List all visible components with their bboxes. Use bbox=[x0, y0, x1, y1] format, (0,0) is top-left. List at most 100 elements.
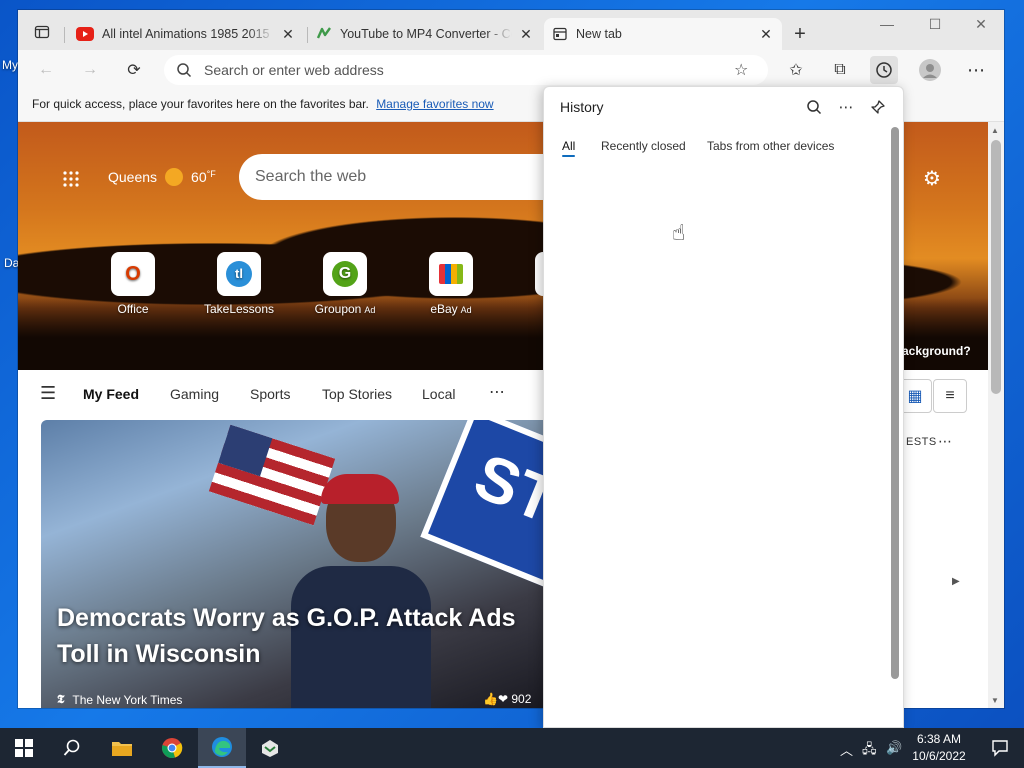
history-icon[interactable] bbox=[870, 56, 898, 84]
history-scrollbar[interactable] bbox=[891, 127, 899, 679]
groupon-icon: G bbox=[323, 252, 367, 296]
history-tab-all[interactable]: All bbox=[562, 139, 576, 157]
feed-tab-my-feed[interactable]: My Feed bbox=[83, 386, 139, 402]
quicklink-office[interactable]: O Office bbox=[88, 252, 178, 316]
story-source[interactable]: 𝕿 The New York Times bbox=[57, 692, 182, 707]
network-icon[interactable]: 🖧 bbox=[862, 740, 877, 762]
reaction-icon: 👍❤ bbox=[483, 692, 508, 706]
converter-icon bbox=[316, 27, 331, 39]
scroll-down-icon[interactable]: ▼ bbox=[991, 696, 999, 705]
profile-avatar[interactable] bbox=[916, 56, 944, 84]
history-tab-other-devices[interactable]: Tabs from other devices bbox=[707, 139, 834, 153]
hand-cursor-icon: ☝ bbox=[672, 220, 686, 245]
volume-icon[interactable]: 🔊 bbox=[886, 740, 902, 756]
weather-location: Queens bbox=[108, 169, 158, 185]
address-bar[interactable]: Search or enter web address ☆ bbox=[164, 55, 768, 85]
history-more-icon[interactable]: ⋯ bbox=[834, 95, 858, 119]
news-story-card[interactable]: ST Democrats Worry as G.O.P. Attack Ads … bbox=[41, 420, 543, 708]
favorites-icon[interactable]: ✩ bbox=[782, 56, 810, 84]
story-reactions[interactable]: 👍❤ 902 bbox=[483, 692, 531, 706]
tab-youtube[interactable]: All intel Animations 1985 2015 S ✕ bbox=[68, 18, 304, 50]
system-clock[interactable]: 6:38 AM 10/6/2022 bbox=[904, 731, 974, 765]
sun-icon bbox=[165, 168, 184, 186]
temperature-unit: °F bbox=[206, 169, 216, 179]
scrollbar-thumb[interactable] bbox=[991, 140, 1001, 394]
history-panel: History ⋯ All Recently closed Tabs from … bbox=[543, 86, 904, 728]
search-icon bbox=[177, 63, 192, 78]
nyt-logo-icon: 𝕿 bbox=[57, 692, 65, 706]
pin-icon[interactable] bbox=[866, 95, 890, 119]
tab-title: All intel Animations 1985 2015 S bbox=[102, 27, 274, 41]
ebay-icon bbox=[429, 252, 473, 296]
apps-launcher-icon[interactable] bbox=[62, 170, 80, 188]
taskbar: ︿ 🖧 🔊 6:38 AM 10/6/2022 bbox=[0, 728, 1024, 768]
address-placeholder: Search or enter web address bbox=[204, 62, 384, 78]
story-headline[interactable]: Democrats Worry as G.O.P. Attack Ads Tol… bbox=[57, 600, 543, 672]
tab-title: YouTube to MP4 Converter - Co bbox=[340, 27, 512, 41]
tab-strip: All intel Animations 1985 2015 S ✕ YouTu… bbox=[18, 10, 1004, 50]
history-tab-recently-closed[interactable]: Recently closed bbox=[601, 139, 686, 153]
takelessons-icon: tl bbox=[217, 252, 261, 296]
feed-more-icon[interactable]: ⋯ bbox=[489, 382, 505, 402]
feed-tab-gaming[interactable]: Gaming bbox=[170, 386, 219, 402]
start-button[interactable] bbox=[0, 728, 48, 768]
clock-date: 10/6/2022 bbox=[912, 749, 966, 763]
tab-converter[interactable]: YouTube to MP4 Converter - Co ✕ bbox=[308, 18, 542, 50]
feed-tab-local[interactable]: Local bbox=[422, 386, 455, 402]
search-history-icon[interactable] bbox=[802, 95, 826, 119]
tab-new-tab[interactable]: New tab ✕ bbox=[544, 18, 782, 50]
newtab-icon bbox=[553, 27, 567, 41]
close-tab-icon[interactable]: ✕ bbox=[280, 26, 296, 43]
page-settings-icon[interactable]: ⚙ bbox=[923, 166, 941, 191]
quicklink-ebay[interactable]: eBay Ad bbox=[406, 252, 496, 316]
tab-actions-icon[interactable] bbox=[28, 18, 56, 46]
interests-card: ESTS ⋯ ▶ bbox=[903, 428, 965, 708]
weather-widget[interactable]: Queens 60°F bbox=[108, 168, 216, 186]
page-scrollbar[interactable]: ▲ ▼ bbox=[988, 122, 1004, 708]
new-tab-button[interactable]: + bbox=[786, 20, 814, 48]
maximize-button[interactable]: ☐ bbox=[912, 16, 958, 33]
file-explorer-icon[interactable] bbox=[98, 728, 146, 768]
feed-menu-icon[interactable]: ☰ bbox=[40, 383, 56, 404]
next-arrow-icon[interactable]: ▶ bbox=[952, 576, 960, 587]
weather-temperature: 60 bbox=[191, 169, 207, 185]
feed-tab-sports[interactable]: Sports bbox=[250, 386, 290, 402]
quicklink-takelessons[interactable]: tl TakeLessons bbox=[194, 252, 284, 316]
add-favorite-icon[interactable]: ☆ bbox=[734, 60, 748, 80]
interests-label: ESTS bbox=[906, 436, 937, 448]
desktop-icon-label[interactable]: My bbox=[2, 58, 18, 72]
history-title: History bbox=[560, 99, 604, 115]
back-button[interactable]: ← bbox=[32, 56, 60, 84]
youtube-icon bbox=[76, 27, 94, 41]
forward-button[interactable]: → bbox=[76, 56, 104, 84]
web-search-input[interactable]: Search the web bbox=[239, 154, 559, 200]
refresh-button[interactable]: ⟳ bbox=[120, 56, 148, 84]
minimize-button[interactable]: — bbox=[864, 16, 910, 32]
close-window-button[interactable]: ✕ bbox=[958, 16, 1004, 33]
manage-favorites-link[interactable]: Manage favorites now bbox=[376, 97, 493, 111]
edge-icon[interactable] bbox=[198, 728, 246, 768]
clock-time: 6:38 AM bbox=[916, 732, 962, 746]
background-question[interactable]: ackground? bbox=[902, 344, 971, 358]
feed-tab-top-stories[interactable]: Top Stories bbox=[322, 386, 392, 402]
list-view-button[interactable]: ≡ bbox=[933, 379, 967, 413]
scroll-up-icon[interactable]: ▲ bbox=[991, 126, 999, 135]
web-search-placeholder: Search the web bbox=[255, 168, 367, 185]
chrome-icon[interactable] bbox=[148, 728, 196, 768]
story-photo-person bbox=[291, 474, 431, 708]
office-icon: O bbox=[111, 252, 155, 296]
tray-chevron-icon[interactable]: ︿ bbox=[840, 740, 853, 759]
close-tab-icon[interactable]: ✕ bbox=[518, 26, 534, 43]
quicklink-groupon[interactable]: G Groupon Ad bbox=[300, 252, 390, 316]
close-tab-icon[interactable]: ✕ bbox=[758, 26, 774, 43]
favbar-message: For quick access, place your favorites h… bbox=[32, 97, 369, 111]
settings-more-icon[interactable]: ⋯ bbox=[962, 56, 990, 84]
card-more-icon[interactable]: ⋯ bbox=[938, 433, 952, 450]
protest-sign-image: ST bbox=[420, 420, 543, 593]
collections-icon[interactable]: ⧉ bbox=[826, 56, 854, 84]
navigation-toolbar: ← → ⟳ Search or enter web address ☆ ✩ ⧉ … bbox=[18, 50, 1004, 90]
taskbar-search-icon[interactable] bbox=[48, 728, 96, 768]
tab-title: New tab bbox=[576, 27, 622, 41]
notification-icon[interactable] bbox=[976, 728, 1024, 768]
app-icon[interactable] bbox=[246, 728, 294, 768]
